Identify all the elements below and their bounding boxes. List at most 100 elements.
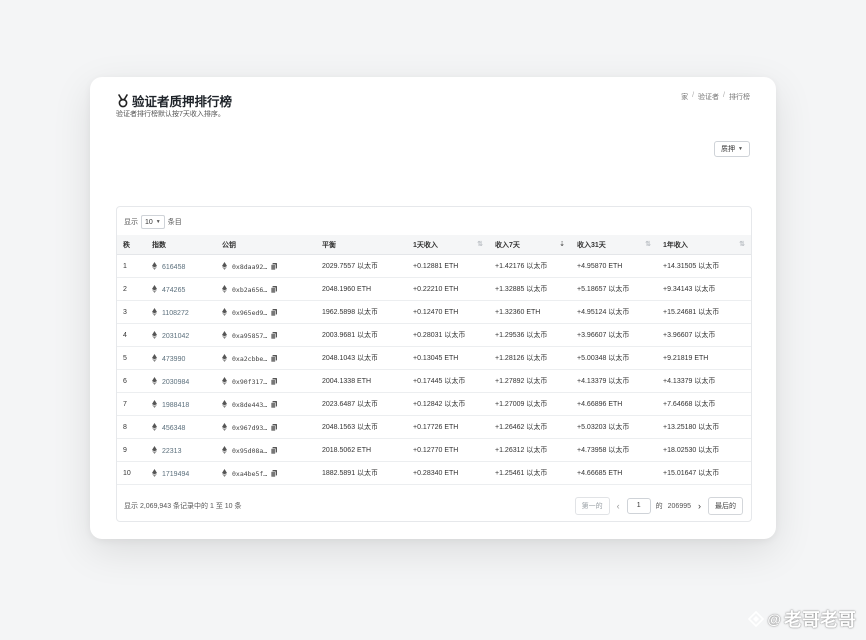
column-header-income-1y[interactable]: 1年收入 ⇅ <box>657 235 751 255</box>
income-1y-cell: +13.25180 以太币 <box>657 415 751 439</box>
validator-index-link[interactable]: 22313 <box>162 448 181 455</box>
income-1y-cell: +18.02530 以太币 <box>657 438 751 462</box>
pubkey-cell: 0xa2cbbe… <box>216 346 316 370</box>
copy-icon[interactable] <box>271 400 278 408</box>
balance-cell: 2048.1563 以太币 <box>316 415 407 439</box>
rank-cell: 1 <box>117 254 146 278</box>
table-row: 7 1988418 0x8de443… 2023.6487 以太币 +0.12842 以… <box>117 392 751 416</box>
first-page-button[interactable]: 第一的 <box>574 497 610 515</box>
page-number-input[interactable]: 1 <box>626 498 651 514</box>
ethereum-icon <box>152 445 157 454</box>
balance-cell: 2048.1960 ETH <box>316 277 407 301</box>
income-7d-cell: +1.26312 以太币 <box>489 438 571 462</box>
copy-icon[interactable] <box>271 308 278 316</box>
pubkey-link[interactable]: 0xa95857… <box>232 332 267 340</box>
income-31d-cell: +4.66896 ETH <box>571 392 657 416</box>
balance-cell: 1882.5891 以太币 <box>316 461 407 485</box>
entries-select[interactable]: 10 ▼ <box>141 215 165 229</box>
copy-icon[interactable] <box>271 354 278 362</box>
ethereum-icon <box>222 307 227 316</box>
income-1d-cell: +0.28340 ETH <box>407 461 489 485</box>
income-31d-cell: +4.73958 以太币 <box>571 438 657 462</box>
income-7d-cell: +1.27892 以太币 <box>489 369 571 393</box>
table-row: 4 2031042 0xa95857… 2003.9681 以太币 +0.28031 以… <box>117 323 751 347</box>
income-1y-cell: +14.31505 以太币 <box>657 254 751 278</box>
rank-cell: 10 <box>117 461 146 485</box>
copy-icon[interactable] <box>271 469 278 477</box>
ethereum-icon <box>222 445 227 454</box>
income-1d-cell: +0.13045 ETH <box>407 346 489 370</box>
index-cell: 456348 <box>146 415 216 439</box>
income-31d-cell: +4.95870 ETH <box>571 254 657 278</box>
pubkey-cell: 0xa4be5f… <box>216 461 316 485</box>
balance-cell: 2018.5062 ETH <box>316 438 407 462</box>
column-header-income-1d[interactable]: 1天收入 ⇅ <box>407 235 489 255</box>
pubkey-link[interactable]: 0x90f317… <box>232 378 267 386</box>
pubkey-link[interactable]: 0xa4be5f… <box>232 470 267 478</box>
ethereum-icon <box>152 422 157 431</box>
column-header-rank[interactable]: 秩 <box>117 235 146 255</box>
validator-index-link[interactable]: 456348 <box>162 425 185 432</box>
pubkey-link[interactable]: 0x967d93… <box>232 424 267 432</box>
pubkey-cell: 0x8daa92… <box>216 254 316 278</box>
income-1d-cell: +0.12842 以太币 <box>407 392 489 416</box>
validator-index-link[interactable]: 473990 <box>162 356 185 363</box>
prev-page-icon[interactable]: ‹ <box>615 501 622 511</box>
pubkey-cell: 0x95d08a… <box>216 438 316 462</box>
pubkey-cell: 0xa95857… <box>216 323 316 347</box>
income-1y-cell: +3.96607 以太币 <box>657 323 751 347</box>
copy-icon[interactable] <box>271 285 278 293</box>
validator-index-link[interactable]: 474265 <box>162 287 185 294</box>
watermark-at: @ <box>767 611 781 627</box>
stake-dropdown-button[interactable]: 质押 ▼ <box>714 141 750 157</box>
rank-cell: 8 <box>117 415 146 439</box>
breadcrumb-validators[interactable]: 验证者 <box>698 92 719 102</box>
column-header-balance[interactable]: 平衡 <box>316 235 407 255</box>
breadcrumb-home[interactable]: 家 <box>681 92 688 102</box>
income-1d-cell: +0.28031 以太币 <box>407 323 489 347</box>
pubkey-link[interactable]: 0x8de443… <box>232 401 267 409</box>
copy-icon[interactable] <box>271 377 278 385</box>
ethereum-icon <box>222 376 227 385</box>
pubkey-cell: 0x90f317… <box>216 369 316 393</box>
rank-cell: 6 <box>117 369 146 393</box>
column-header-income-7d[interactable]: 收入7天 ⇣ <box>489 235 571 255</box>
pubkey-link[interactable]: 0x8daa92… <box>232 263 267 271</box>
ethereum-icon <box>222 468 227 477</box>
leaderboard-card: 验证者质押排行榜 验证者排行榜默认按7天收入排序。 家 / 验证者 / 排行榜 … <box>90 77 776 539</box>
last-page-button[interactable]: 最后的 <box>708 497 743 515</box>
copy-icon[interactable] <box>271 262 278 270</box>
validator-index-link[interactable]: 2030984 <box>162 379 189 386</box>
index-cell: 616458 <box>146 254 216 278</box>
validator-index-link[interactable]: 616458 <box>162 264 185 271</box>
validator-index-link[interactable]: 1108272 <box>162 310 189 317</box>
pubkey-link[interactable]: 0xa2cbbe… <box>232 355 267 363</box>
pubkey-cell: 0xb2a656… <box>216 277 316 301</box>
column-header-index[interactable]: 指数 <box>146 235 216 255</box>
column-header-income-31d[interactable]: 收入31天 ⇅ <box>571 235 657 255</box>
index-cell: 2030984 <box>146 369 216 393</box>
income-31d-cell: +4.66685 ETH <box>571 461 657 485</box>
entries-suffix: 条目 <box>167 219 182 226</box>
entries-prefix: 显示 <box>124 219 138 226</box>
table-row: 8 456348 0x967d93… 2048.1563 以太币 +0.17726 ET… <box>117 415 751 439</box>
table-row: 2 474265 0xb2a656… 2048.1960 ETH +0.22210 ET… <box>117 277 751 301</box>
ethereum-icon <box>222 261 227 270</box>
breadcrumb-leaderboard: 排行榜 <box>729 94 750 101</box>
income-1d-cell: +0.22210 ETH <box>407 277 489 301</box>
validator-index-link[interactable]: 2031042 <box>162 333 189 340</box>
validator-index-link[interactable]: 1988418 <box>162 402 189 409</box>
validator-index-link[interactable]: 1719494 <box>162 471 189 478</box>
balance-cell: 2048.1043 以太币 <box>316 346 407 370</box>
watermark-text: 老哥老哥 <box>784 610 856 630</box>
column-header-pubkey[interactable]: 公钥 <box>216 235 316 255</box>
copy-icon[interactable] <box>271 331 278 339</box>
next-page-icon[interactable]: › <box>696 501 703 511</box>
pubkey-link[interactable]: 0x95d08a… <box>232 447 267 455</box>
pubkey-link[interactable]: 0x965ed9… <box>232 309 267 317</box>
ethereum-icon <box>152 468 157 477</box>
balance-cell: 2023.6487 以太币 <box>316 392 407 416</box>
copy-icon[interactable] <box>271 423 278 431</box>
copy-icon[interactable] <box>271 446 278 454</box>
pubkey-link[interactable]: 0xb2a656… <box>232 286 267 294</box>
